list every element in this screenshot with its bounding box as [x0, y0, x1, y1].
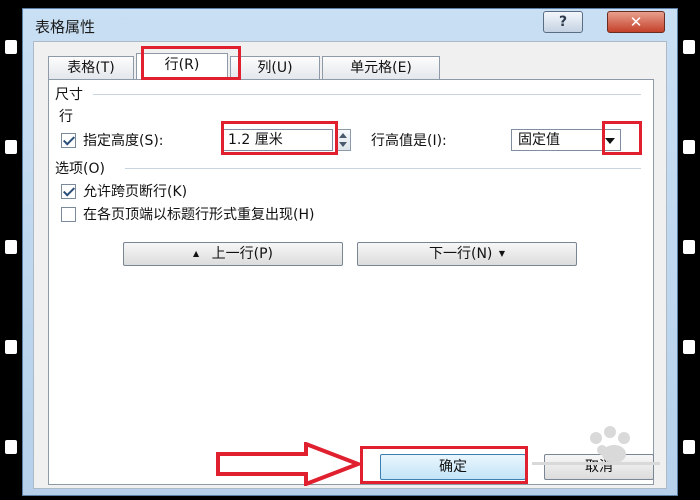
- film-hole: [5, 40, 17, 54]
- row-subsection-label: 行: [59, 109, 73, 125]
- title-bar[interactable]: 表格属性 ? ✕: [23, 9, 677, 41]
- row-height-input[interactable]: 1.2 厘米: [223, 129, 333, 151]
- previous-row-button[interactable]: ▲ 上一行(P): [123, 242, 343, 266]
- film-hole: [5, 340, 17, 354]
- close-button[interactable]: ✕: [607, 11, 665, 33]
- tab-table[interactable]: 表格(T): [48, 56, 134, 80]
- tab-cell[interactable]: 单元格(E): [322, 56, 440, 80]
- film-hole: [5, 140, 17, 154]
- spin-down-icon[interactable]: [339, 142, 347, 147]
- baidu-watermark-logo: [532, 426, 660, 465]
- film-hole: [5, 440, 17, 454]
- chevron-down-icon[interactable]: [605, 138, 615, 144]
- next-row-button[interactable]: 下一行(N) ▼: [357, 242, 577, 266]
- options-section-label: 选项(O): [55, 161, 105, 177]
- triangle-down-icon: ▼: [498, 249, 505, 258]
- film-hole: [683, 340, 695, 354]
- previous-row-label: 上一行(P): [211, 246, 273, 262]
- specify-height-checkbox[interactable]: [61, 133, 76, 148]
- tab-row[interactable]: 行(R): [136, 53, 228, 81]
- specify-height-label: 指定高度(S):: [83, 133, 164, 149]
- separator: [125, 168, 641, 169]
- spin-up-icon[interactable]: [339, 133, 347, 138]
- allow-break-label: 允许跨页断行(K): [83, 184, 188, 200]
- film-hole: [683, 140, 695, 154]
- film-hole: [683, 440, 695, 454]
- repeat-header-label: 在各页顶端以标题行形式重复出现(H): [83, 207, 315, 223]
- separator: [93, 94, 641, 95]
- row-height-spinner[interactable]: [335, 129, 351, 151]
- row-height-mode-label: 行高值是(I):: [371, 133, 447, 149]
- allow-break-checkbox[interactable]: [61, 184, 76, 199]
- tab-column[interactable]: 列(U): [230, 56, 320, 80]
- help-button[interactable]: ?: [543, 11, 583, 33]
- next-row-label: 下一行(N): [428, 246, 493, 262]
- triangle-up-icon: ▲: [193, 249, 200, 258]
- size-section-label: 尺寸: [55, 87, 83, 103]
- ok-button[interactable]: 确定: [380, 454, 526, 480]
- film-strip-left: [0, 0, 22, 500]
- arrow-right-icon: [216, 442, 364, 486]
- film-hole: [5, 240, 17, 254]
- dialog-title: 表格属性: [35, 18, 96, 36]
- repeat-header-checkbox[interactable]: [61, 207, 76, 222]
- film-hole: [683, 40, 695, 54]
- film-hole: [683, 240, 695, 254]
- film-strip-right: [678, 0, 700, 500]
